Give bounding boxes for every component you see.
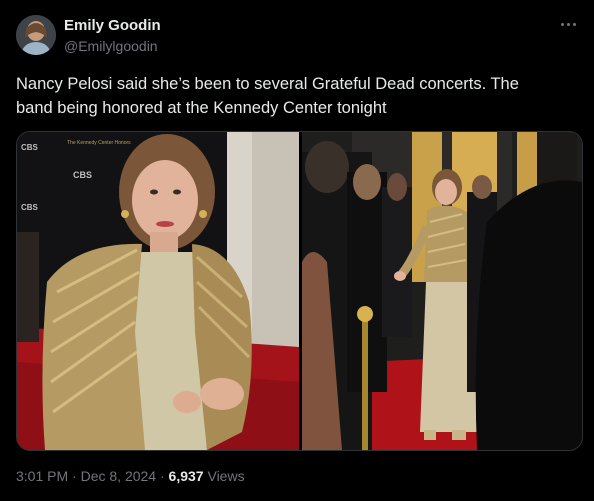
- more-options-button[interactable]: [556, 14, 580, 34]
- photo-right-image: [302, 132, 582, 450]
- backdrop-logo: CBS: [21, 143, 39, 152]
- meta-separator: ·: [72, 468, 77, 484]
- photo-left[interactable]: CBS CBS CBS The Kennedy Center Honors: [17, 132, 299, 450]
- author-name[interactable]: Emily Goodin: [64, 17, 161, 34]
- tweet-meta: 3:01 PM · Dec 8, 2024 · 6,937 Views: [16, 468, 245, 484]
- tweet-text-line: Nancy Pelosi said she’s been to several …: [16, 75, 519, 93]
- tweet-text-line: band being honored at the Kennedy Center…: [16, 99, 387, 117]
- more-dot-icon: [560, 22, 564, 26]
- tweet-text: Nancy Pelosi said she’s been to several …: [16, 72, 576, 120]
- backdrop-logo: CBS: [21, 203, 39, 212]
- avatar-image: [16, 15, 56, 55]
- photo-left-image: CBS CBS CBS The Kennedy Center Honors: [17, 132, 299, 450]
- more-dot-icon: [566, 22, 570, 26]
- backdrop-logo: CBS: [73, 170, 92, 180]
- photo-right[interactable]: [302, 132, 582, 450]
- meta-separator: ·: [159, 468, 165, 484]
- avatar[interactable]: [16, 15, 56, 55]
- views-label: Views: [207, 468, 245, 484]
- author-handle[interactable]: @Emilylgoodin: [64, 38, 158, 54]
- views-count[interactable]: 6,937: [169, 468, 204, 484]
- tweet-date[interactable]: Dec 8, 2024: [81, 468, 157, 484]
- more-dot-icon: [572, 22, 576, 26]
- tweet-time[interactable]: 3:01 PM: [16, 468, 68, 484]
- media-grid: CBS CBS CBS The Kennedy Center Honors: [16, 131, 583, 451]
- backdrop-text: The Kennedy Center Honors: [67, 140, 131, 146]
